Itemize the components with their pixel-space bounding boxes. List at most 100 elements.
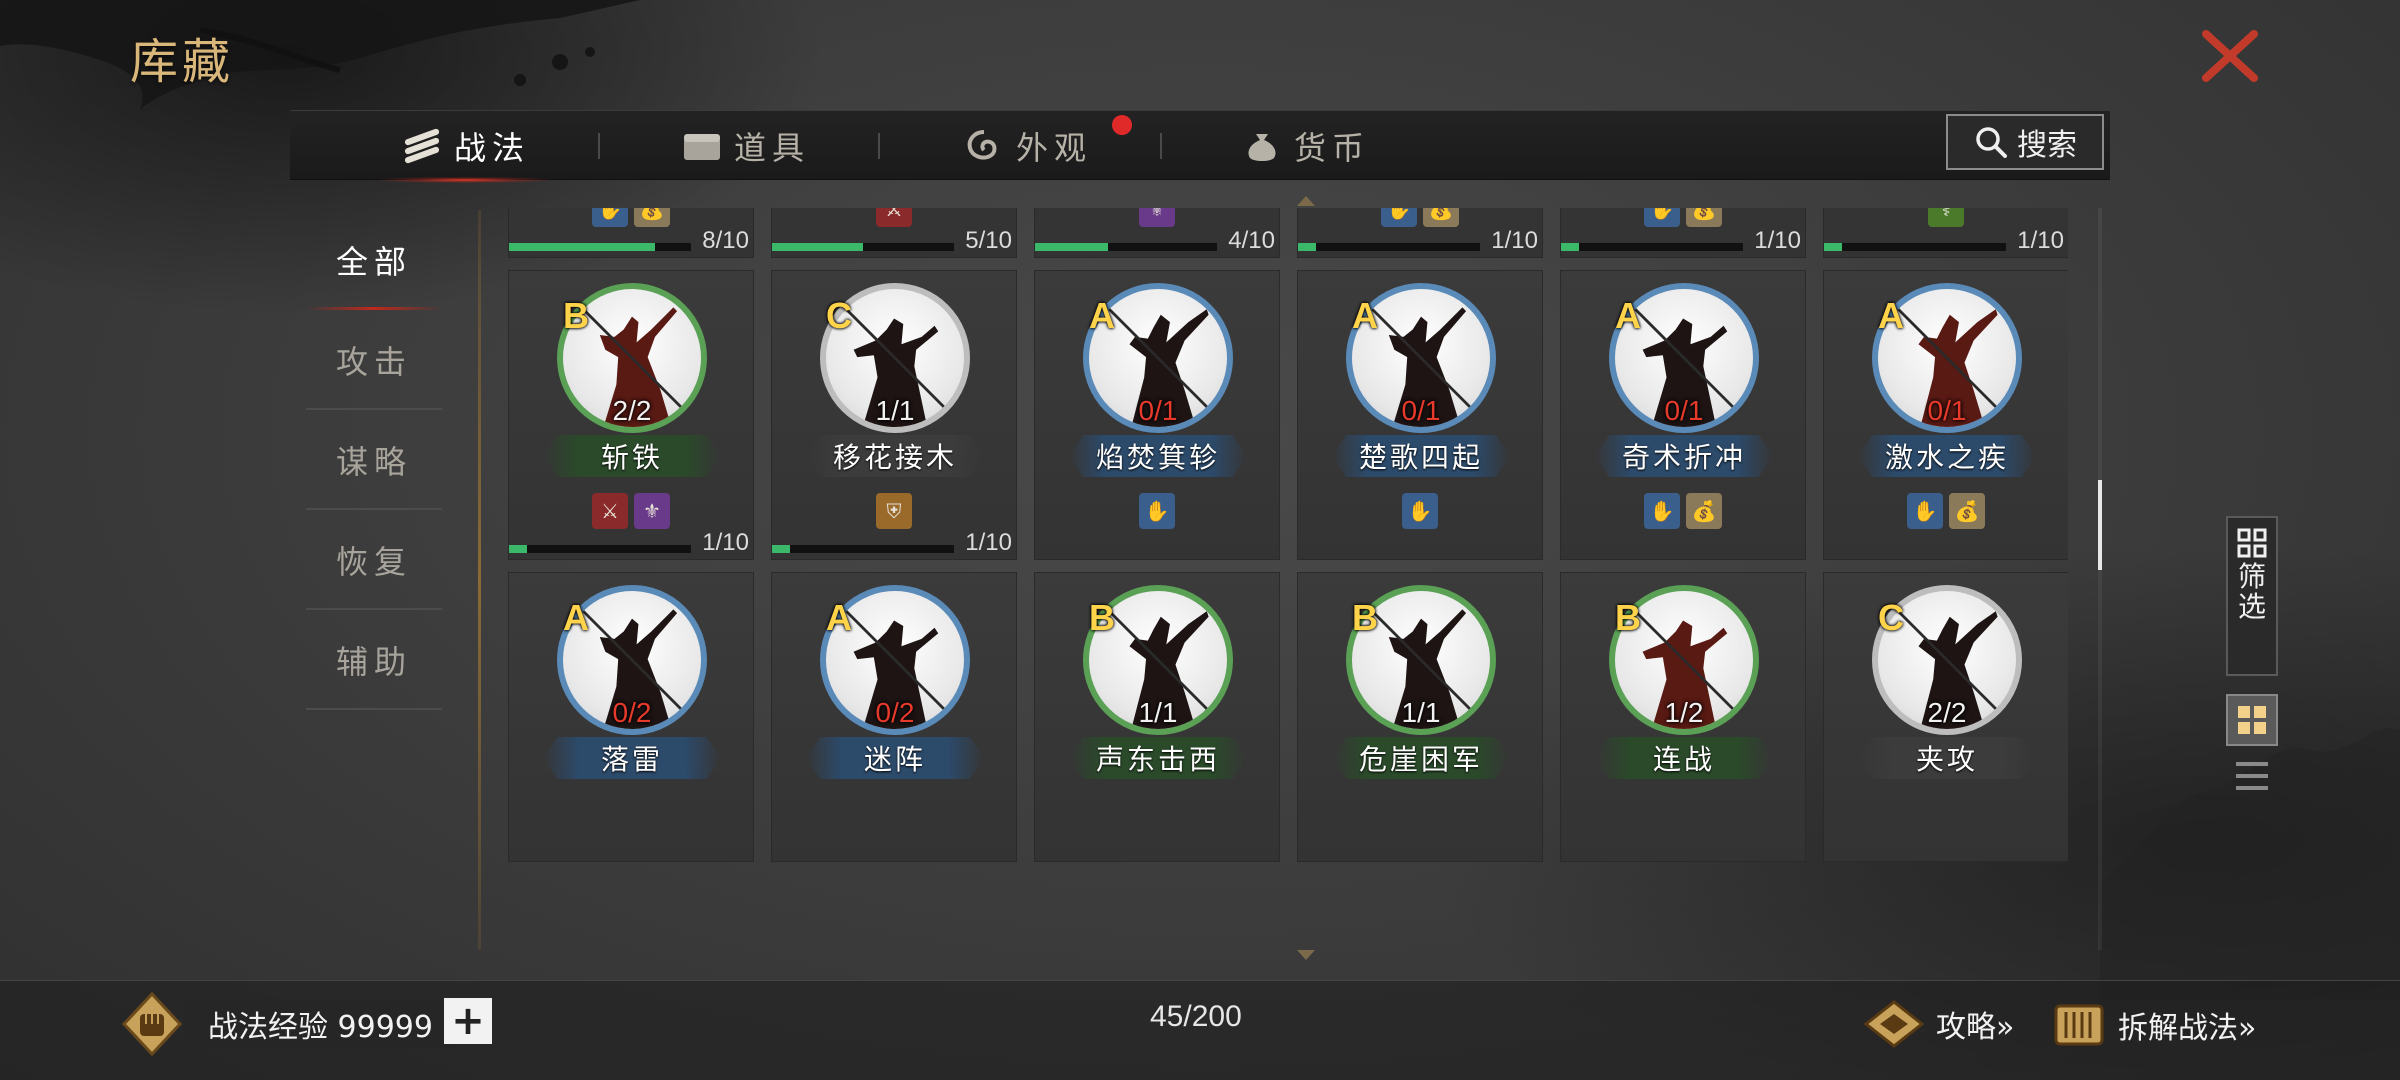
hand-icon: ✋ [1139, 493, 1175, 529]
tactic-name: 连战 [1652, 743, 1715, 776]
category-support[interactable]: 辅助 [306, 610, 442, 710]
grade-badge: A [1089, 295, 1115, 336]
category-label: 攻击 [335, 343, 412, 381]
tactic-card[interactable]: 0/1浑水摸鱼⚜4/10 [1034, 208, 1280, 258]
upgrade-progress-bar [1824, 243, 2006, 251]
tab-appearance[interactable]: 外观 [962, 111, 1092, 181]
owned-count: 0/1 [1664, 395, 1704, 426]
tactic-card[interactable]: 1/1合流⚕1/10 [1823, 208, 2068, 258]
fist-badge-icon [121, 992, 183, 1056]
scroll-up-arrow[interactable] [1297, 196, 1315, 206]
upgrade-progress-text: 1/10 [965, 529, 1012, 556]
tactic-exp-display[interactable]: 战法经验 99999 [120, 992, 457, 1056]
tactic-tags: ✋ [1298, 493, 1542, 529]
tab-divider [1160, 133, 1162, 159]
owned-count: 0/2 [612, 697, 652, 728]
upgrade-progress-fill [509, 243, 655, 251]
scrollbar-thumb[interactable] [2098, 480, 2102, 570]
category-all[interactable]: 全部 [306, 210, 442, 310]
tactic-name: 迷阵 [863, 743, 926, 776]
filter-button[interactable]: 筛选 [2226, 516, 2278, 676]
money-bag-icon: 💰 [1686, 208, 1722, 227]
tactic-card[interactable]: A 0/1 楚歌四起 ✋ [1297, 270, 1543, 560]
money-bag-icon: 💰 [1949, 493, 1985, 529]
upgrade-progress-fill [772, 243, 863, 251]
close-icon[interactable] [2200, 28, 2260, 84]
chest-icon [684, 134, 720, 160]
scroll-bundle-icon [404, 128, 440, 164]
category-list: 全部 攻击 谋略 恢复 辅助 [306, 210, 442, 710]
category-heal[interactable]: 恢复 [306, 510, 442, 610]
ink-branch-decoration [0, 0, 640, 110]
tactic-card[interactable]: B 1/1 危崖困军 [1297, 572, 1543, 862]
tactic-name: 斩铁 [600, 441, 663, 474]
guide-button[interactable]: 攻略» [1862, 996, 2014, 1052]
upgrade-progress-text: 8/10 [702, 227, 749, 254]
tactic-card[interactable]: C 1/1 移花接木 ⛨ 1/10 [771, 270, 1017, 560]
owned-count: 0/1 [1401, 395, 1441, 426]
owned-count: 0/1 [1927, 395, 1967, 426]
tactic-card[interactable]: A 0/2 落雷 [508, 572, 754, 862]
tactic-name-banner: 夹攻 [1858, 737, 2036, 779]
hand-icon: ✋ [592, 208, 628, 227]
tactic-name-banner: 危崖困军 [1332, 737, 1510, 779]
category-label: 辅助 [335, 643, 412, 681]
grade-badge: B [1615, 597, 1641, 638]
crossed-swords-icon: ⚔ [876, 208, 912, 227]
add-exp-button[interactable]: + [444, 998, 492, 1044]
owned-count: 0/1 [1138, 395, 1178, 426]
grade-badge: A [563, 597, 589, 638]
tactic-card[interactable]: 1/1亡命一搏⚔5/10 [771, 208, 1017, 258]
grid-view-icon [2238, 706, 2266, 734]
category-attack[interactable]: 攻击 [306, 310, 442, 410]
scroll-down-arrow[interactable] [1297, 950, 1315, 960]
owned-count: 1/1 [875, 395, 915, 426]
tactic-tags: ⚜ [1035, 208, 1279, 227]
tab-label: 外观 [1016, 129, 1093, 167]
tactic-tags: ✋ [1035, 493, 1279, 529]
upgrade-progress-fill [1824, 243, 1843, 251]
scrollbar-track[interactable] [2098, 208, 2102, 950]
search-label: 搜索 [2017, 128, 2077, 163]
tab-items[interactable]: 道具 [680, 111, 1132, 181]
helmet-icon: ⚜ [634, 493, 670, 529]
tab-label: 道具 [734, 129, 811, 167]
upgrade-progress-bar [772, 243, 954, 251]
pot-icon: ⚕ [1928, 208, 1964, 227]
owned-count: 2/2 [1927, 697, 1967, 728]
money-bag-icon [1248, 134, 1276, 161]
tactic-card[interactable]: A 0/2 迷阵 [771, 572, 1017, 862]
grade-badge: C [826, 295, 852, 336]
tab-currency[interactable]: 货币 [1240, 111, 1370, 181]
tactic-card[interactable]: B 2/2 斩铁 ⚔ ⚜ 1/10 [508, 270, 754, 560]
tactic-name: 移花接木 [832, 441, 957, 474]
owned-count: 1/1 [1138, 697, 1178, 728]
swirl-icon [967, 130, 997, 160]
decompose-tactics-button[interactable]: 拆解战法» [2050, 996, 2256, 1054]
tab-divider [598, 133, 600, 159]
tab-tactics[interactable]: 战法 [379, 111, 551, 183]
tactic-card[interactable]: 1/1三术奇谋✋💰1/10 [1297, 208, 1543, 258]
tactic-name-banner: 迷阵 [806, 737, 984, 779]
tactic-card[interactable]: B 1/1 声东击西 [1034, 572, 1280, 862]
tab-divider [878, 133, 880, 159]
list-view-icon[interactable] [2232, 758, 2272, 794]
search-button[interactable]: 搜索 [1946, 114, 2104, 170]
scroll-icon [2054, 1004, 2104, 1046]
tactics-grid: 0/1伐谋✋💰8/10 1/1亡命一搏⚔5/10 0/1浑水摸鱼⚜4/10 1/1三术… [508, 208, 2068, 950]
tactic-card[interactable]: 1/1水淹七军✋💰1/10 [1560, 208, 1806, 258]
grid-view-button[interactable] [2226, 694, 2278, 746]
tactic-name: 夹攻 [1915, 743, 1978, 776]
tactic-tags: ✋ 💰 [509, 208, 753, 227]
tactic-card[interactable]: A 0/1 奇术折冲 ✋ 💰 [1560, 270, 1806, 560]
tab-bar: 战法 道具 外观 货币 [290, 110, 2110, 183]
tactic-card[interactable]: A 0/1 激水之疾 ✋ 💰 [1823, 270, 2068, 560]
upgrade-progress-bar [509, 243, 691, 251]
tactic-card[interactable]: B 1/2 连战 [1560, 572, 1806, 862]
tactic-card[interactable]: A 0/1 焰焚箕轸 ✋ [1034, 270, 1280, 560]
tactic-card[interactable]: C 2/2 夹攻 [1823, 572, 2068, 862]
owned-count: 0/2 [875, 697, 915, 728]
grade-badge: B [563, 295, 589, 336]
tactic-card[interactable]: 0/1伐谋✋💰8/10 [508, 208, 754, 258]
category-strategy[interactable]: 谋略 [306, 410, 442, 510]
